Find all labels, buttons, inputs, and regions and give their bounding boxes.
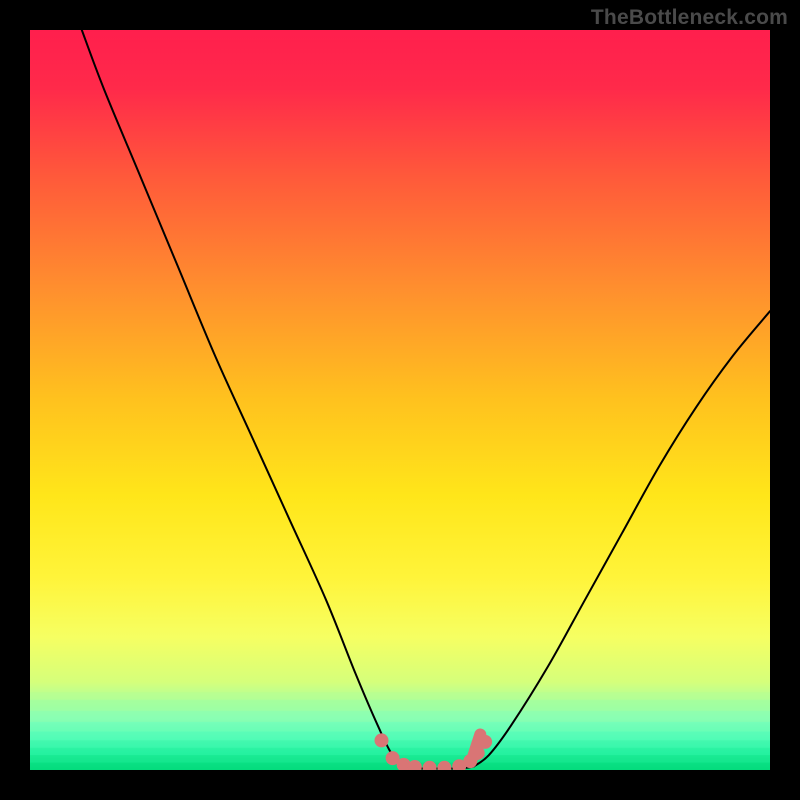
- highlight-markers: [375, 727, 493, 770]
- watermark-text: TheBottleneck.com: [591, 6, 788, 30]
- highlight-dot: [423, 761, 437, 770]
- curve-right-branch: [474, 311, 770, 766]
- plot-area: [30, 30, 770, 770]
- curve-layer: [30, 30, 770, 770]
- highlight-dot: [437, 761, 451, 770]
- outer-frame: TheBottleneck.com: [0, 0, 800, 800]
- highlight-dot: [375, 733, 389, 747]
- curve-left-branch: [82, 30, 408, 766]
- highlight-dot: [408, 760, 422, 770]
